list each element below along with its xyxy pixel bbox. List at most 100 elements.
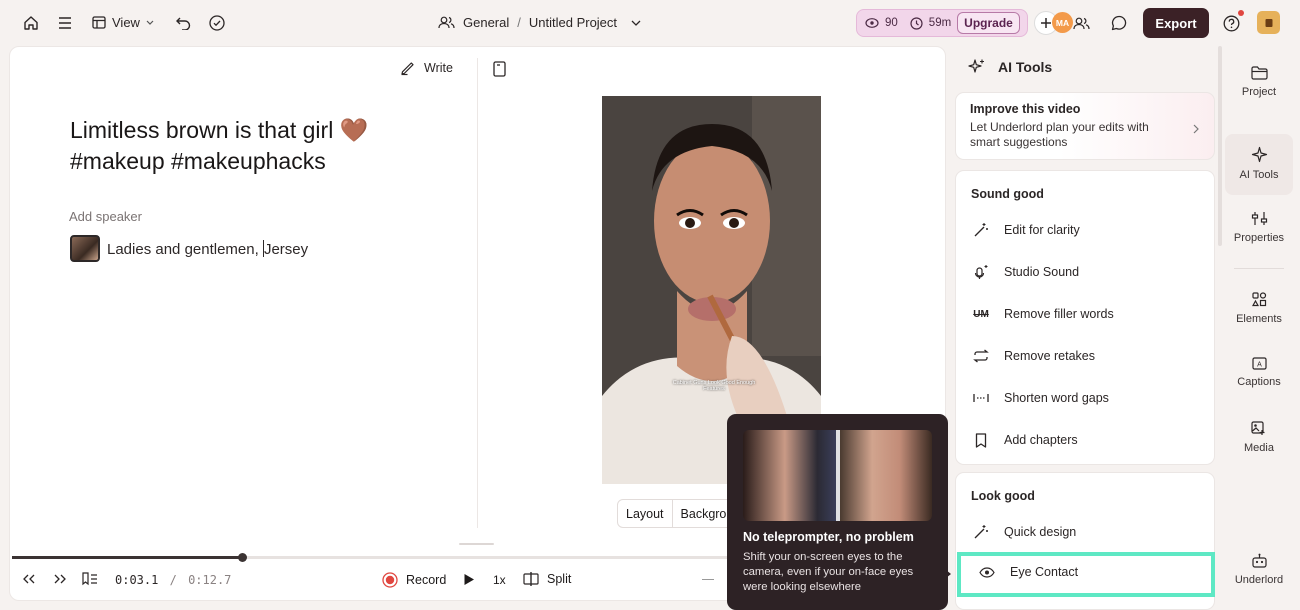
improve-video-card[interactable]: Improve this video Let Underlord plan yo…	[955, 92, 1215, 160]
sound-good-section: Sound good Edit for clarity Studio Sound…	[955, 170, 1215, 465]
breadcrumb-separator: /	[517, 15, 521, 30]
improve-body: Let Underlord plan your edits with smart…	[970, 120, 1149, 149]
chevron-down-icon[interactable]	[631, 20, 641, 26]
workspace-link[interactable]: General	[463, 15, 509, 30]
aspect-ratio-icon[interactable]	[493, 61, 506, 77]
tool-label: Eye Contact	[1010, 565, 1079, 579]
transcript-paragraph[interactable]: Ladies and gentlemen, Jersey	[70, 235, 308, 262]
menu-icon[interactable]	[51, 9, 79, 37]
transcript-text-continued[interactable]: Jersey	[264, 241, 308, 258]
look-good-title: Look good	[971, 489, 1035, 503]
tool-label: Shorten word gaps	[1004, 391, 1109, 405]
layout-icon	[92, 16, 106, 29]
undo-icon[interactable]	[169, 9, 197, 37]
folder-icon	[1250, 66, 1268, 80]
edit-for-clarity-button[interactable]: Edit for clarity	[971, 215, 1201, 245]
split-button[interactable]: Split	[523, 572, 571, 586]
speaker-avatar[interactable]	[70, 235, 100, 262]
add-speaker-button[interactable]: Add speaker	[69, 209, 142, 224]
home-icon[interactable]	[17, 9, 45, 37]
rail-item-ai-tools[interactable]: AI Tools	[1225, 146, 1293, 181]
canvas-options: Layout Backgrou	[617, 499, 737, 528]
tool-label: Quick design	[1004, 525, 1077, 539]
view-label: View	[112, 15, 140, 30]
strikethrough-um-icon: UM	[973, 308, 989, 320]
sound-good-title: Sound good	[971, 187, 1044, 201]
tool-label: Remove filler words	[1004, 307, 1114, 321]
current-time: 0:03.1	[115, 573, 159, 587]
eye-contact-button[interactable]: Eye Contact	[957, 552, 1215, 597]
tool-label: Studio Sound	[1004, 265, 1080, 279]
rail-item-media[interactable]: Media	[1225, 421, 1293, 454]
pen-icon	[401, 62, 414, 76]
split-icon	[523, 572, 539, 586]
quick-design-button[interactable]: Quick design	[971, 517, 1201, 547]
rail-item-underlord[interactable]: Underlord	[1225, 553, 1293, 586]
skip-forward-icon[interactable]	[53, 573, 67, 585]
eye-credits-icon	[865, 18, 879, 28]
playhead-handle[interactable]	[238, 553, 247, 562]
rail-divider	[1234, 268, 1284, 269]
captions-icon: A	[1251, 357, 1267, 370]
bookmark-icon	[975, 432, 987, 448]
media-icon	[1251, 421, 1265, 435]
record-button[interactable]: Record	[382, 572, 446, 588]
comment-icon[interactable]	[1105, 9, 1133, 37]
background-button[interactable]: Backgrou	[673, 500, 736, 527]
saved-check-icon[interactable]	[203, 9, 231, 37]
remove-retakes-button[interactable]: Remove retakes	[971, 341, 1201, 371]
write-label: Write	[424, 61, 453, 75]
rail-item-project[interactable]: Project	[1225, 66, 1293, 98]
notification-dot	[1238, 10, 1244, 16]
minutes-value: 59m	[928, 17, 952, 29]
remove-filler-words-button[interactable]: UM Remove filler words	[971, 299, 1201, 329]
zoom-slider[interactable]	[702, 579, 714, 580]
rail-label: AI Tools	[1239, 169, 1279, 181]
chapters-list-icon[interactable]	[82, 572, 98, 586]
transcript-text[interactable]: Ladies and gentlemen,	[107, 241, 263, 258]
rail-item-elements[interactable]: Elements	[1225, 292, 1293, 325]
shorten-word-gaps-button[interactable]: Shorten word gaps	[971, 383, 1201, 413]
rail-label: Project	[1241, 86, 1277, 98]
improve-title: Improve this video	[970, 102, 1081, 116]
export-button[interactable]: Export	[1143, 8, 1209, 38]
skip-back-icon[interactable]	[22, 573, 36, 585]
rail-item-captions[interactable]: A Captions	[1225, 357, 1293, 388]
panel-scrollbar[interactable]	[1218, 46, 1222, 246]
tool-label: Remove retakes	[1004, 349, 1096, 363]
collaborators-icon[interactable]	[1067, 9, 1095, 37]
ai-tools-title: AI Tools	[998, 59, 1053, 75]
rail-label: Captions	[1237, 376, 1281, 388]
upgrade-button[interactable]: Upgrade	[957, 12, 1020, 34]
tooltip-arrow	[946, 570, 951, 578]
mic-sparkle-icon	[974, 265, 988, 279]
chevron-down-icon	[146, 20, 154, 25]
split-label: Split	[547, 572, 572, 586]
svg-text:A: A	[1257, 362, 1262, 369]
sparkle-icon	[968, 59, 984, 73]
tooltip-title: No teleprompter, no problem	[743, 530, 914, 544]
team-icon	[438, 16, 455, 29]
record-icon	[382, 572, 398, 588]
rail-label: Underlord	[1234, 574, 1284, 586]
layout-button[interactable]: Layout	[618, 500, 673, 527]
rail-label: Properties	[1233, 232, 1285, 244]
add-chapters-button[interactable]: Add chapters	[971, 425, 1201, 455]
view-menu-button[interactable]: View	[92, 15, 154, 30]
play-icon[interactable]	[463, 573, 475, 586]
user-menu-icon[interactable]	[1257, 11, 1280, 34]
speed-button[interactable]: 1x	[493, 573, 506, 587]
sliders-icon	[1251, 212, 1267, 225]
studio-sound-button[interactable]: Studio Sound	[971, 257, 1201, 287]
tool-label: Edit for clarity	[1004, 223, 1080, 237]
write-button[interactable]: Write	[400, 60, 453, 76]
credits-indicator: 90 59m Upgrade	[856, 9, 1028, 37]
clock-icon	[910, 16, 923, 30]
panel-resize-handle[interactable]	[459, 543, 494, 545]
rail-item-properties[interactable]: Properties	[1225, 211, 1293, 244]
project-name[interactable]: Untitled Project	[529, 15, 617, 30]
script-title[interactable]: Limitless brown is that girl 🤎 #makeup #…	[70, 115, 430, 177]
timeline-progress	[12, 556, 242, 559]
plus-icon	[1041, 18, 1051, 28]
repeat-icon	[973, 349, 989, 363]
